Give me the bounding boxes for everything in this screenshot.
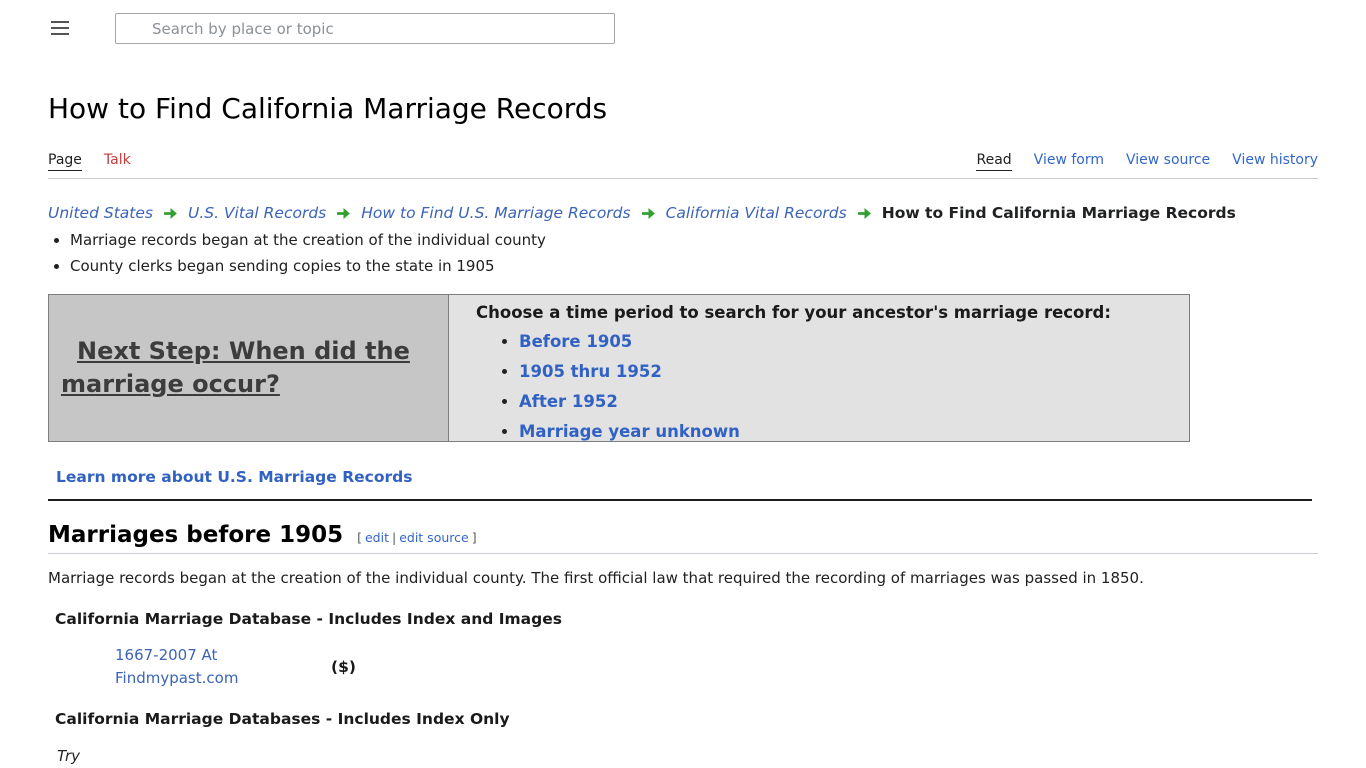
intro-bullet: Marriage records began at the creation o…: [70, 231, 1366, 249]
next-step-heading-link[interactable]: Next Step: When did the marriage occur?: [61, 335, 436, 401]
breadcrumb-arrow-icon: [858, 208, 871, 219]
list-item: After 1952: [519, 392, 1171, 411]
time-period-options: Before 1905 1905 thru 1952 After 1952 Ma…: [519, 332, 1171, 441]
try-first-label: Try 1st:: [57, 745, 103, 768]
search-input[interactable]: [115, 13, 615, 44]
option-1905-thru-1952-link[interactable]: 1905 thru 1952: [519, 362, 662, 381]
bracket: [: [357, 530, 362, 545]
view-tabs: Read View form View source View history: [976, 152, 1318, 171]
next-step-box: Next Step: When did the marriage occur? …: [48, 294, 1190, 442]
index-only-heading: California Marriage Databases - Includes…: [55, 710, 1366, 728]
breadcrumb-current-page: How to Find California Marriage Records: [882, 204, 1236, 222]
edit-source-link[interactable]: edit source: [399, 530, 468, 545]
tab-view-source[interactable]: View source: [1126, 152, 1210, 171]
tab-talk[interactable]: Talk: [104, 152, 131, 171]
breadcrumb-arrow-icon: [642, 208, 655, 219]
breadcrumb-link-us-vital-records[interactable]: U.S. Vital Records: [188, 204, 326, 222]
breadcrumb: United States U.S. Vital Records How to …: [48, 204, 1318, 222]
breadcrumb-link-california-vital-records[interactable]: California Vital Records: [666, 204, 847, 222]
findmypast-link[interactable]: 1667-2007 At Findmypast.com: [115, 644, 243, 690]
tab-view-history[interactable]: View history: [1232, 152, 1318, 171]
breadcrumb-link-united-states[interactable]: United States: [48, 204, 153, 222]
breadcrumb-arrow-icon: [164, 208, 177, 219]
section-heading-row: Marriages before 1905 [edit|edit source]: [48, 522, 1318, 554]
index-and-images-heading: California Marriage Database - Includes …: [55, 610, 1366, 628]
findmypast-row: 1667-2007 At Findmypast.com ($): [115, 644, 1366, 690]
bracket: ]: [472, 530, 477, 545]
divider: |: [392, 530, 396, 545]
edit-link[interactable]: edit: [365, 530, 389, 545]
option-after-1952-link[interactable]: After 1952: [519, 392, 618, 411]
option-year-unknown-link[interactable]: Marriage year unknown: [519, 422, 740, 441]
tab-read[interactable]: Read: [976, 152, 1011, 171]
next-step-left-cell: Next Step: When did the marriage occur?: [49, 295, 449, 441]
list-item: Marriage year unknown: [519, 422, 1171, 441]
tab-view-form[interactable]: View form: [1034, 152, 1104, 171]
breadcrumb-link-us-marriage-records[interactable]: How to Find U.S. Marriage Records: [361, 204, 630, 222]
breadcrumb-arrow-icon: [337, 208, 350, 219]
page-title: How to Find California Marriage Records: [48, 92, 1318, 126]
intro-bullet-list: Marriage records began at the creation o…: [70, 231, 1366, 275]
section-heading: Marriages before 1905: [48, 522, 343, 548]
cost-indicator: ($): [331, 658, 356, 676]
list-item: Before 1905: [519, 332, 1171, 351]
list-item: 1905 thru 1952: [519, 362, 1171, 381]
learn-more-link[interactable]: Learn more about U.S. Marriage Records: [56, 468, 412, 486]
tab-bar: Page Talk Read View form View source Vie…: [48, 152, 1318, 179]
top-bar: [0, 0, 1366, 56]
option-before-1905-link[interactable]: Before 1905: [519, 332, 632, 351]
intro-bullet: County clerks began sending copies to th…: [70, 257, 1366, 275]
tab-page[interactable]: Page: [48, 152, 82, 171]
menu-icon[interactable]: [51, 21, 69, 35]
time-period-prompt: Choose a time period to search for your …: [476, 303, 1171, 322]
edit-links: [edit|edit source]: [357, 530, 476, 545]
next-step-right-cell: Choose a time period to search for your …: [449, 295, 1189, 441]
section-paragraph: Marriage records began at the creation o…: [48, 568, 1318, 589]
section-divider: [48, 499, 1312, 501]
namespace-tabs: Page Talk: [48, 152, 131, 171]
